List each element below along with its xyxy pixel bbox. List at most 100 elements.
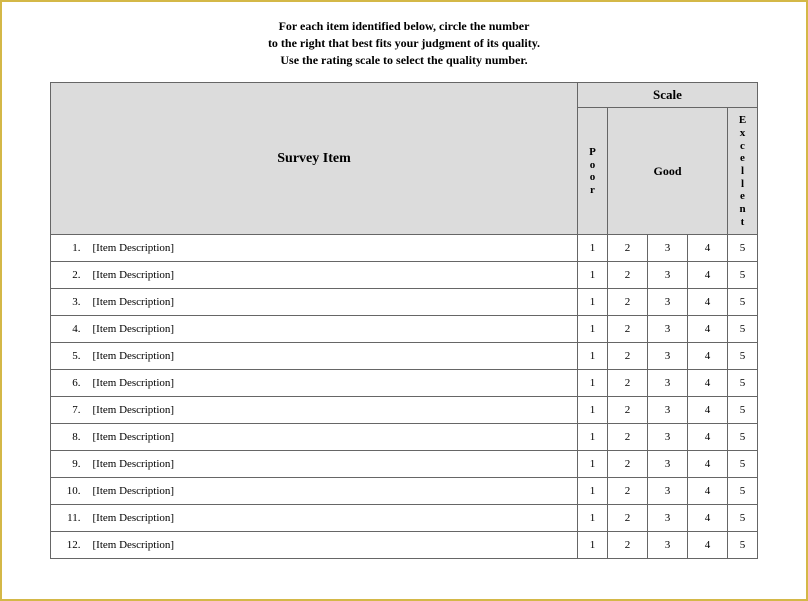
rating-cell-1[interactable]: 1: [578, 262, 608, 289]
rating-cell-5[interactable]: 5: [728, 424, 758, 451]
row-description: [Item Description]: [83, 478, 578, 505]
header-excellent: Excellent: [728, 108, 758, 235]
rating-cell-1[interactable]: 1: [578, 505, 608, 532]
rating-cell-2[interactable]: 2: [608, 262, 648, 289]
rating-cell-1[interactable]: 1: [578, 343, 608, 370]
header-survey-item: Survey Item: [51, 83, 578, 235]
table-row: 6.[Item Description]12345: [51, 370, 758, 397]
row-description: [Item Description]: [83, 262, 578, 289]
rating-cell-2[interactable]: 2: [608, 505, 648, 532]
rating-cell-4[interactable]: 4: [688, 370, 728, 397]
rating-cell-3[interactable]: 3: [648, 343, 688, 370]
instructions-block: For each item identified below, circle t…: [50, 18, 758, 68]
rating-cell-4[interactable]: 4: [688, 532, 728, 559]
rating-cell-3[interactable]: 3: [648, 424, 688, 451]
row-number: 4.: [51, 316, 83, 343]
row-description: [Item Description]: [83, 289, 578, 316]
rating-cell-2[interactable]: 2: [608, 424, 648, 451]
rating-cell-4[interactable]: 4: [688, 289, 728, 316]
rating-cell-4[interactable]: 4: [688, 262, 728, 289]
rating-cell-5[interactable]: 5: [728, 235, 758, 262]
row-number: 10.: [51, 478, 83, 505]
rating-cell-3[interactable]: 3: [648, 397, 688, 424]
rating-cell-2[interactable]: 2: [608, 451, 648, 478]
row-number: 6.: [51, 370, 83, 397]
rating-cell-5[interactable]: 5: [728, 397, 758, 424]
rating-cell-5[interactable]: 5: [728, 505, 758, 532]
row-number: 12.: [51, 532, 83, 559]
rating-cell-1[interactable]: 1: [578, 397, 608, 424]
rating-cell-5[interactable]: 5: [728, 478, 758, 505]
rating-cell-4[interactable]: 4: [688, 451, 728, 478]
row-number: 9.: [51, 451, 83, 478]
document-frame: For each item identified below, circle t…: [0, 0, 808, 601]
rating-cell-1[interactable]: 1: [578, 370, 608, 397]
table-row: 8.[Item Description]12345: [51, 424, 758, 451]
rating-cell-3[interactable]: 3: [648, 370, 688, 397]
rating-cell-2[interactable]: 2: [608, 235, 648, 262]
row-number: 1.: [51, 235, 83, 262]
row-description: [Item Description]: [83, 451, 578, 478]
table-row: 5.[Item Description]12345: [51, 343, 758, 370]
header-good: Good: [608, 108, 728, 235]
table-row: 7.[Item Description]12345: [51, 397, 758, 424]
rating-cell-3[interactable]: 3: [648, 235, 688, 262]
rating-cell-2[interactable]: 2: [608, 478, 648, 505]
row-description: [Item Description]: [83, 235, 578, 262]
rating-cell-2[interactable]: 2: [608, 397, 648, 424]
rating-cell-3[interactable]: 3: [648, 316, 688, 343]
rating-cell-5[interactable]: 5: [728, 262, 758, 289]
rating-cell-1[interactable]: 1: [578, 532, 608, 559]
table-row: 12.[Item Description]12345: [51, 532, 758, 559]
rating-cell-5[interactable]: 5: [728, 370, 758, 397]
table-row: 3.[Item Description]12345: [51, 289, 758, 316]
rating-cell-1[interactable]: 1: [578, 478, 608, 505]
table-body: 1.[Item Description]123452.[Item Descrip…: [51, 235, 758, 559]
rating-cell-2[interactable]: 2: [608, 370, 648, 397]
header-scale: Scale: [578, 83, 758, 108]
rating-cell-3[interactable]: 3: [648, 289, 688, 316]
rating-cell-3[interactable]: 3: [648, 532, 688, 559]
table-row: 11.[Item Description]12345: [51, 505, 758, 532]
rating-cell-5[interactable]: 5: [728, 532, 758, 559]
row-description: [Item Description]: [83, 532, 578, 559]
survey-table: Survey Item Scale Poor Good Excellent 1.…: [50, 82, 758, 559]
rating-cell-4[interactable]: 4: [688, 316, 728, 343]
rating-cell-1[interactable]: 1: [578, 289, 608, 316]
rating-cell-4[interactable]: 4: [688, 343, 728, 370]
rating-cell-4[interactable]: 4: [688, 235, 728, 262]
row-description: [Item Description]: [83, 343, 578, 370]
rating-cell-3[interactable]: 3: [648, 505, 688, 532]
rating-cell-2[interactable]: 2: [608, 316, 648, 343]
instruction-line-1: For each item identified below, circle t…: [279, 19, 530, 33]
rating-cell-4[interactable]: 4: [688, 478, 728, 505]
row-number: 5.: [51, 343, 83, 370]
rating-cell-4[interactable]: 4: [688, 424, 728, 451]
row-description: [Item Description]: [83, 370, 578, 397]
rating-cell-5[interactable]: 5: [728, 289, 758, 316]
rating-cell-2[interactable]: 2: [608, 343, 648, 370]
instruction-line-2: to the right that best fits your judgmen…: [268, 36, 540, 50]
rating-cell-3[interactable]: 3: [648, 451, 688, 478]
rating-cell-1[interactable]: 1: [578, 424, 608, 451]
rating-cell-5[interactable]: 5: [728, 316, 758, 343]
table-row: 4.[Item Description]12345: [51, 316, 758, 343]
header-poor: Poor: [578, 108, 608, 235]
rating-cell-3[interactable]: 3: [648, 478, 688, 505]
row-number: 7.: [51, 397, 83, 424]
rating-cell-5[interactable]: 5: [728, 343, 758, 370]
row-number: 11.: [51, 505, 83, 532]
rating-cell-1[interactable]: 1: [578, 451, 608, 478]
rating-cell-2[interactable]: 2: [608, 532, 648, 559]
table-row: 9.[Item Description]12345: [51, 451, 758, 478]
rating-cell-4[interactable]: 4: [688, 397, 728, 424]
rating-cell-2[interactable]: 2: [608, 289, 648, 316]
instruction-line-3: Use the rating scale to select the quali…: [280, 53, 527, 67]
rating-cell-3[interactable]: 3: [648, 262, 688, 289]
rating-cell-4[interactable]: 4: [688, 505, 728, 532]
row-description: [Item Description]: [83, 505, 578, 532]
rating-cell-5[interactable]: 5: [728, 451, 758, 478]
row-number: 8.: [51, 424, 83, 451]
rating-cell-1[interactable]: 1: [578, 316, 608, 343]
rating-cell-1[interactable]: 1: [578, 235, 608, 262]
